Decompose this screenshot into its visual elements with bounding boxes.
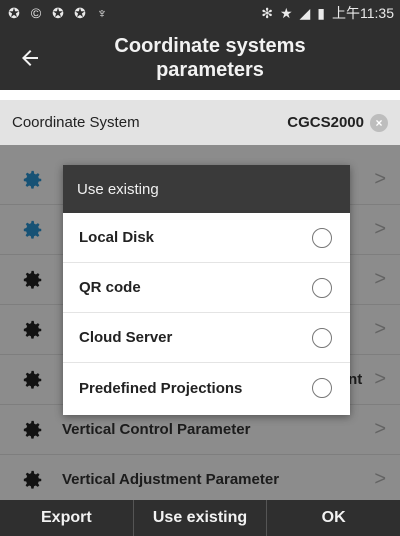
status-time: 上午11:35	[332, 5, 394, 21]
radio-button[interactable]	[312, 277, 332, 298]
option-label: Local Disk	[79, 229, 155, 246]
signal-icon: ◢	[299, 4, 311, 21]
radio-button[interactable]	[312, 227, 332, 248]
export-button[interactable]: Export	[0, 500, 134, 536]
option-local-disk[interactable]: Local Disk	[63, 213, 350, 263]
radio-button[interactable]	[312, 378, 332, 398]
status-right-icons: ✻ ★ ◢ ▮ 上午11:35	[261, 3, 394, 23]
use-existing-button[interactable]: Use existing	[134, 500, 268, 536]
option-label: QR code	[79, 279, 141, 296]
app-icon-2: ©	[30, 4, 42, 21]
radio-button[interactable]	[312, 327, 332, 348]
coordinate-system-row[interactable]: Coordinate System CGCS2000 ×	[0, 100, 400, 145]
app-icon-3: ✪	[52, 4, 64, 21]
option-label: Cloud Server	[79, 329, 173, 346]
option-cloud-server[interactable]: Cloud Server	[63, 313, 350, 363]
clear-circle-icon[interactable]: ×	[370, 113, 388, 132]
ok-button[interactable]: OK	[267, 500, 400, 536]
star-icon: ★	[279, 4, 293, 21]
option-label: Predefined Projections	[79, 379, 243, 397]
use-existing-dialog: Use existing Local Disk QR code Cloud Se…	[63, 165, 350, 415]
status-bar: ✪ © ✪ ✪ ♆ ✻ ★ ◢ ▮ 上午11:35	[0, 0, 400, 26]
arrow-left-icon[interactable]	[10, 38, 50, 78]
app-icon-4: ✪	[74, 4, 86, 21]
coordinate-system-label: Coordinate System	[12, 114, 140, 131]
bluetooth-icon: ✻	[261, 4, 273, 21]
bottom-action-bar: Export Use existing OK	[0, 500, 400, 536]
page-title: Coordinate systems parameters	[114, 35, 306, 81]
app-icon-1: ✪	[8, 4, 20, 21]
usb-icon: ♆	[96, 4, 108, 21]
dialog-title: Use existing	[63, 165, 350, 213]
option-qr-code[interactable]: QR code	[63, 263, 350, 313]
title-bar: Coordinate systems parameters	[0, 26, 400, 90]
option-predefined-projections[interactable]: Predefined Projections	[63, 363, 350, 413]
coordinate-system-value: CGCS2000	[287, 114, 364, 131]
battery-icon: ▮	[317, 4, 325, 21]
status-left-icons: ✪ © ✪ ✪ ♆	[6, 5, 110, 22]
